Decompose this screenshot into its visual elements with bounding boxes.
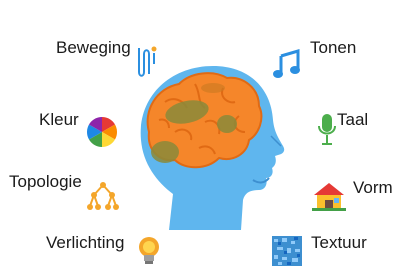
- label-textuur: Textuur: [311, 233, 367, 252]
- texture-swatch-icon: [272, 236, 302, 266]
- house-icon: [312, 183, 346, 211]
- label-verlichting: Verlichting: [46, 233, 125, 252]
- microphone-icon: [318, 114, 336, 145]
- music-note-icon: [273, 48, 300, 78]
- label-topologie: Topologie: [9, 172, 82, 191]
- label-beweging: Beweging: [56, 38, 131, 57]
- head-profile: [140, 66, 285, 230]
- light-bulb-icon: [139, 237, 159, 264]
- label-vorm: Vorm: [353, 178, 393, 197]
- tree-network-icon: [87, 182, 119, 210]
- color-wheel-icon: [86, 117, 118, 147]
- label-kleur: Kleur: [39, 110, 79, 129]
- brain-senses-illustration: Beweging Tonen Kleur Taal Topologie Vorm…: [0, 0, 414, 267]
- label-taal: Taal: [337, 110, 369, 129]
- motion-path-icon: [138, 46, 157, 77]
- label-tonen: Tonen: [310, 38, 357, 57]
